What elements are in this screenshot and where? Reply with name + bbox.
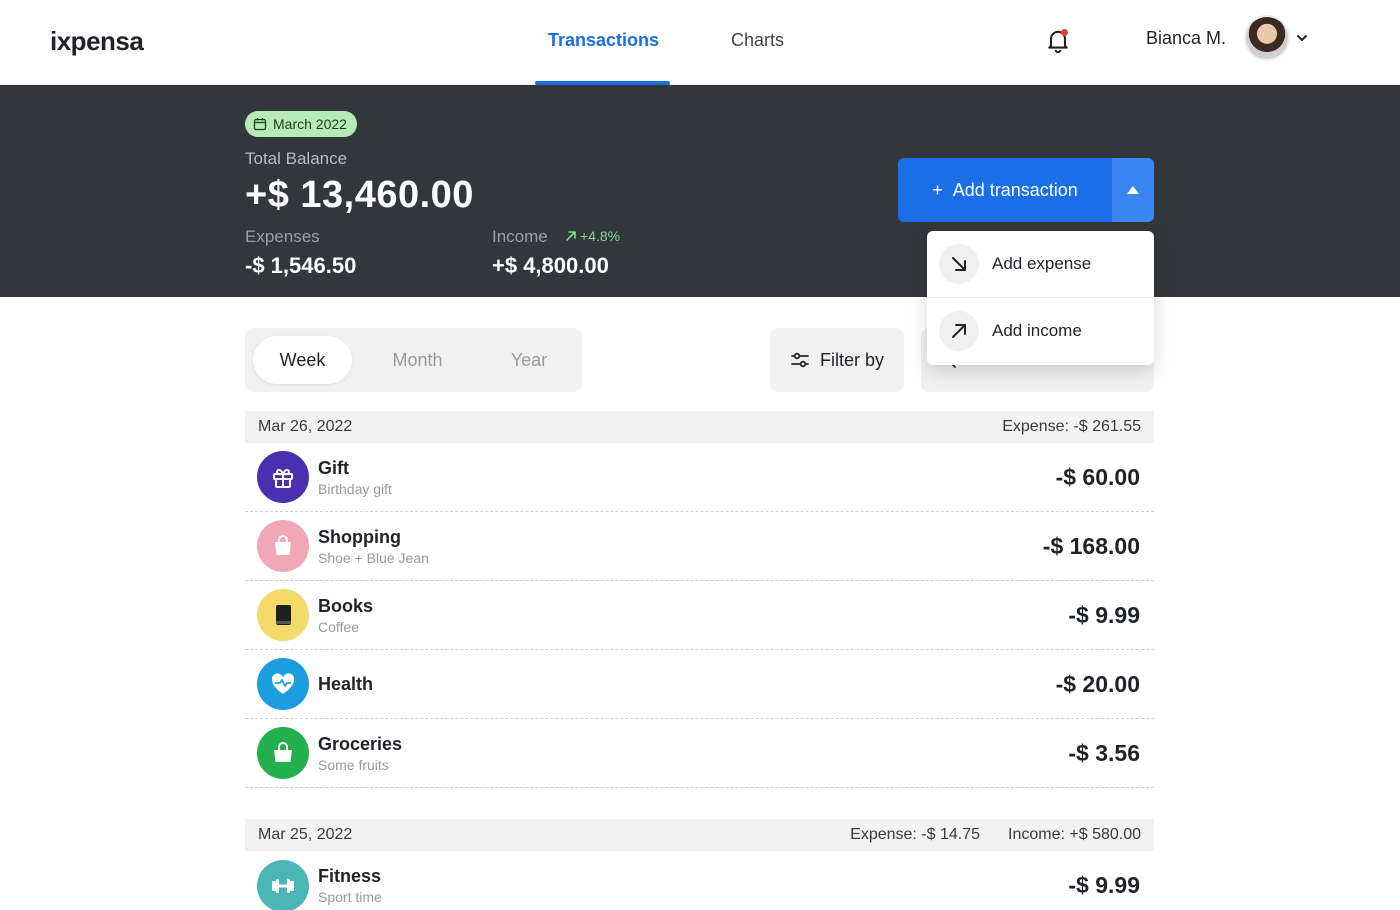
transaction-subtitle: Coffee [318, 618, 359, 635]
transaction-amount: -$ 9.99 [1068, 601, 1140, 628]
period-week[interactable]: Week [253, 336, 352, 384]
tab-charts[interactable]: Charts [731, 30, 784, 51]
month-badge-label: March 2022 [273, 116, 347, 132]
day-date: Mar 25, 2022 [258, 826, 353, 843]
income-change-value: +4.8% [580, 228, 621, 244]
transaction-row[interactable]: Health -$ 20.00 [245, 650, 1154, 719]
day-expense-summary: Expense: -$ 14.75 [850, 826, 981, 843]
calendar-icon [253, 118, 267, 131]
period-selector: Week Month Year [245, 328, 582, 392]
income-change: +4.8% [564, 228, 620, 244]
book-icon [257, 589, 309, 641]
transaction-amount: -$ 168.00 [1042, 532, 1140, 559]
transaction-title: Groceries [318, 733, 403, 754]
expenses-label: Expenses [245, 227, 320, 246]
arrow-up-right-icon [939, 310, 979, 351]
gift-icon [257, 451, 309, 503]
total-balance-value: +$ 13,460.00 [245, 174, 474, 216]
user-name[interactable]: Bianca M. [1146, 28, 1226, 49]
period-year[interactable]: Year [485, 336, 573, 384]
transaction-row[interactable]: Gift Birthday gift -$ 60.00 [245, 443, 1154, 512]
bell-icon[interactable] [1044, 26, 1072, 54]
plus-icon: + [932, 179, 943, 200]
avatar[interactable] [1244, 15, 1290, 61]
menu-item-label: Add expense [992, 254, 1092, 273]
sliders-icon [791, 352, 809, 368]
transaction-subtitle: Birthday gift [318, 480, 392, 497]
filter-button[interactable]: Filter by [770, 328, 904, 392]
day-expense-summary: Expense: -$ 261.55 [1002, 418, 1141, 435]
transaction-subtitle: Sport time [318, 889, 382, 905]
caret-up-icon [1127, 186, 1139, 194]
menu-item-add-income[interactable]: Add income [927, 297, 1154, 363]
transaction-title: Gift [318, 457, 349, 478]
transaction-amount: -$ 20.00 [1055, 670, 1140, 697]
transaction-row[interactable]: Shopping Shoe + Blue Jean -$ 168.00 [245, 512, 1154, 581]
period-month[interactable]: Month [367, 336, 468, 384]
income-value: +$ 4,800.00 [492, 253, 609, 278]
dumbbell-icon [257, 859, 309, 910]
month-badge[interactable]: March 2022 [245, 111, 357, 137]
menu-item-label: Add income [992, 320, 1082, 340]
day-header: Mar 25, 2022 Expense: -$ 14.75 Income: +… [245, 819, 1154, 851]
transaction-amount: -$ 60.00 [1055, 463, 1140, 490]
total-balance-label: Total Balance [245, 149, 348, 168]
transaction-title: Shopping [318, 526, 401, 547]
day-income-summary: Income: +$ 580.00 [1008, 826, 1141, 843]
grocery-bag-icon [257, 727, 309, 779]
add-transaction-label: Add transaction [952, 179, 1078, 200]
transaction-row[interactable]: Groceries Some fruits -$ 3.56 [245, 719, 1154, 788]
add-transaction-menu: Add expense Add income [927, 231, 1154, 365]
transaction-row[interactable]: Fitness Sport time -$ 9.99 [245, 851, 1154, 910]
tab-transactions[interactable]: Transactions [548, 30, 659, 51]
transaction-title: Books [318, 595, 374, 616]
notification-dot [1061, 29, 1068, 36]
shopping-bag-icon [257, 520, 309, 572]
arrow-down-right-icon [939, 244, 979, 284]
transaction-title: Fitness [318, 866, 382, 886]
balance-panel [0, 85, 1400, 297]
transaction-subtitle: Shoe + Blue Jean [318, 549, 429, 566]
app-logo[interactable]: ixpensa [50, 26, 144, 57]
add-transaction-menu-toggle[interactable] [1112, 158, 1154, 222]
add-transaction-button[interactable]: + Add transaction [898, 158, 1112, 222]
transaction-amount: -$ 3.56 [1068, 739, 1140, 766]
filter-label: Filter by [819, 349, 884, 370]
top-navigation: ixpensa Transactions Charts Bianca M. [0, 0, 1400, 85]
heart-pulse-icon [257, 658, 309, 710]
day-header: Mar 26, 2022 Expense: -$ 261.55 [245, 411, 1154, 443]
menu-item-add-expense[interactable]: Add expense [927, 231, 1154, 297]
transaction-row[interactable]: Books Coffee -$ 9.99 [245, 581, 1154, 650]
trend-up-icon [566, 231, 576, 241]
expenses-value: -$ 1,546.50 [245, 253, 357, 278]
day-date: Mar 26, 2022 [258, 418, 353, 435]
transaction-subtitle: Some fruits [318, 756, 389, 773]
transaction-title: Health [318, 673, 374, 694]
chevron-down-icon[interactable] [1295, 31, 1309, 45]
transaction-amount: -$ 9.99 [1068, 872, 1140, 898]
income-label: Income [492, 227, 548, 246]
